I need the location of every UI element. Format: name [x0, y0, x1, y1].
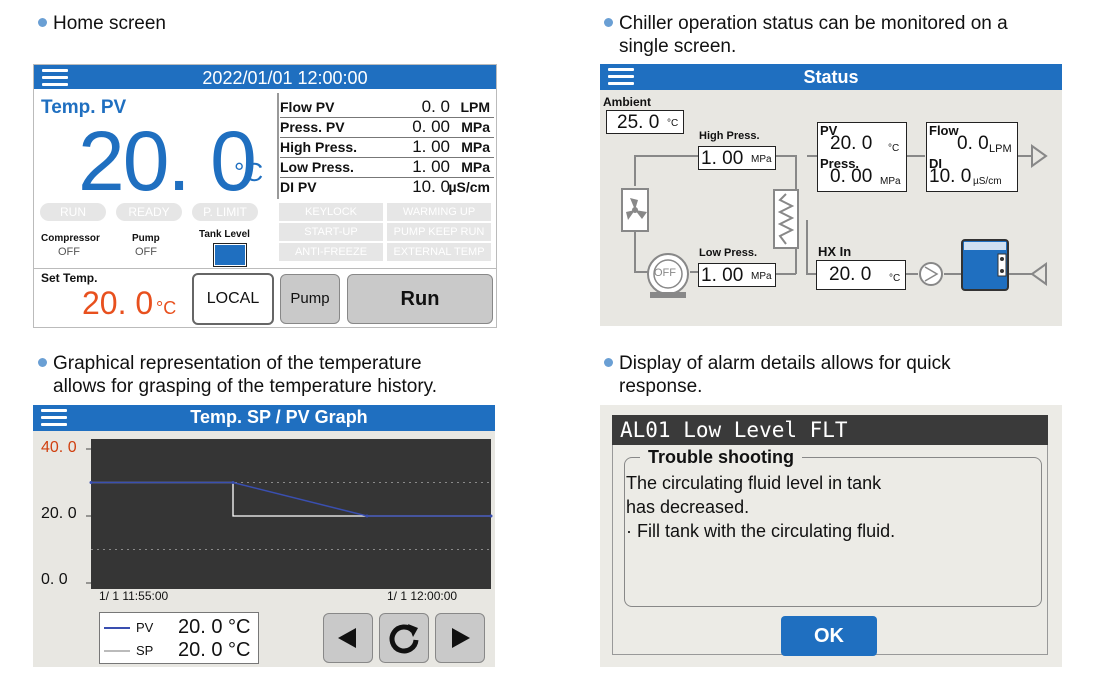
legend-pv-unit: °C — [228, 616, 251, 638]
tank-level-label: Tank Level — [199, 229, 250, 240]
status-pill-ready: READY — [116, 203, 182, 221]
arrow-left-icon — [338, 628, 356, 648]
measure-row-high-press: High Press. 1. 00 MPa — [280, 137, 494, 158]
temperature-chart — [86, 439, 493, 589]
home-title-bar: 2022/01/01 12:00:00 — [34, 65, 496, 89]
run-button[interactable]: Run — [347, 274, 493, 324]
pv-press-readout: PV 20. 0 °C Press. 0. 00 MPa — [817, 122, 907, 192]
measure-row-press: Press. PV 0. 00 MPa — [280, 117, 494, 138]
legend-swatch-sp — [104, 650, 130, 652]
compressor-label: Compressor — [41, 233, 100, 244]
x-tick-right: 1/ 1 12:00:00 — [387, 589, 458, 603]
compressor-state: OFF — [654, 267, 676, 279]
legend-pv-label: PV — [136, 620, 154, 635]
pv-data-point — [489, 514, 493, 518]
pump-value: OFF — [135, 246, 157, 258]
scroll-right-button[interactable] — [435, 613, 485, 663]
compressor-value: OFF — [58, 246, 80, 258]
measure-row-di: DI PV 10. 0 µS/cm — [280, 177, 490, 196]
trouble-shooting-title: Trouble shooting — [640, 447, 802, 468]
legend-sp-label: SP — [136, 643, 154, 658]
tank-level-fill — [215, 245, 245, 265]
high-press-label: High Press. — [699, 130, 760, 142]
indicator-pump-keep-run: PUMP KEEP RUN — [387, 223, 491, 241]
divider — [277, 93, 279, 199]
scroll-left-button[interactable] — [323, 613, 373, 663]
refresh-button[interactable] — [379, 613, 429, 663]
legend-sp-value: 20. 0 — [178, 639, 223, 661]
set-temp-unit: °C — [156, 298, 177, 318]
high-press-readout: 1. 00 MPa — [698, 146, 776, 170]
indicator-external-temp: EXTERNAL TEMP — [387, 243, 491, 261]
caption-graph: Graphical representation of the temperat… — [38, 352, 437, 398]
local-button[interactable]: LOCAL — [192, 273, 274, 325]
alarm-code-title: AL01 Low Level FLT — [612, 415, 1048, 445]
set-temp-label: Set Temp. — [41, 271, 98, 285]
measure-row-flow: Flow PV 0. 0 LPM — [280, 97, 494, 118]
status-screen: Status Ambient 25. 0 °C High Press. 1. 0… — [600, 64, 1062, 326]
tank-level-gauge — [213, 243, 247, 267]
x-tick-left: 1/ 1 11:55:00 — [99, 589, 169, 603]
pv-data-point — [231, 481, 235, 484]
indicator-keylock: KEYLOCK — [279, 203, 383, 221]
flow-di-readout: Flow 0. 0 LPM DI 10. 0 µS/cm — [926, 122, 1018, 192]
legend-pv-value: 20. 0 — [178, 616, 223, 638]
datetime: 2022/01/01 12:00:00 — [202, 68, 368, 88]
ok-button[interactable]: OK — [781, 616, 877, 656]
tank-icon — [961, 239, 1009, 291]
arrow-right-icon — [452, 628, 470, 648]
status-pill-run: RUN — [40, 203, 106, 221]
low-press-readout: 1. 00 MPa — [698, 263, 776, 287]
set-temp-value[interactable]: 20. 0 — [82, 285, 153, 322]
low-press-label: Low Press. — [699, 247, 758, 259]
temp-pv-unit: °C — [234, 157, 264, 187]
caption-alarm: Display of alarm details allows for quic… — [604, 352, 951, 398]
pump-label: Pump — [132, 233, 160, 244]
legend-sp-unit: °C — [228, 639, 251, 661]
ambient-label: Ambient — [603, 95, 651, 109]
indicator-anti-freeze: ANTI-FREEZE — [279, 243, 383, 261]
indicator-start-up: START-UP — [279, 223, 383, 241]
measure-row-low-press: Low Press. 1. 00 MPa — [280, 157, 494, 178]
hx-in-readout: 20. 0 °C — [816, 260, 906, 290]
alarm-message: The circulating fluid level in tank has … — [626, 473, 896, 541]
pv-data-point — [89, 481, 93, 484]
legend-swatch-pv — [104, 627, 130, 629]
graph-screen: Temp. SP / PV Graph 40. 0 20. 0 0. 0 1/ … — [33, 405, 495, 667]
hx-in-label: HX In — [818, 244, 852, 259]
caption-home: Home screen — [38, 12, 166, 35]
alarm-screen: AL01 Low Level FLT Trouble shooting The … — [600, 405, 1062, 667]
pump-icon — [919, 262, 943, 286]
pump-button[interactable]: Pump — [280, 274, 340, 324]
chart-legend: PV 20. 0 °C SP 20. 0 °C — [99, 612, 259, 664]
ambient-readout: 25. 0 °C — [606, 110, 684, 134]
indicator-warming-up: WARMING UP — [387, 203, 491, 221]
pv-data-point — [365, 514, 369, 518]
caption-status: Chiller operation status can be monitore… — [604, 12, 1008, 58]
temp-pv-value: 20. 0 — [78, 114, 257, 208]
refresh-icon — [389, 624, 419, 654]
status-pill-p-limit: P. LIMIT — [192, 203, 258, 221]
home-screen: 2022/01/01 12:00:00 Temp. PV 20. 0 °C Fl… — [33, 64, 497, 328]
